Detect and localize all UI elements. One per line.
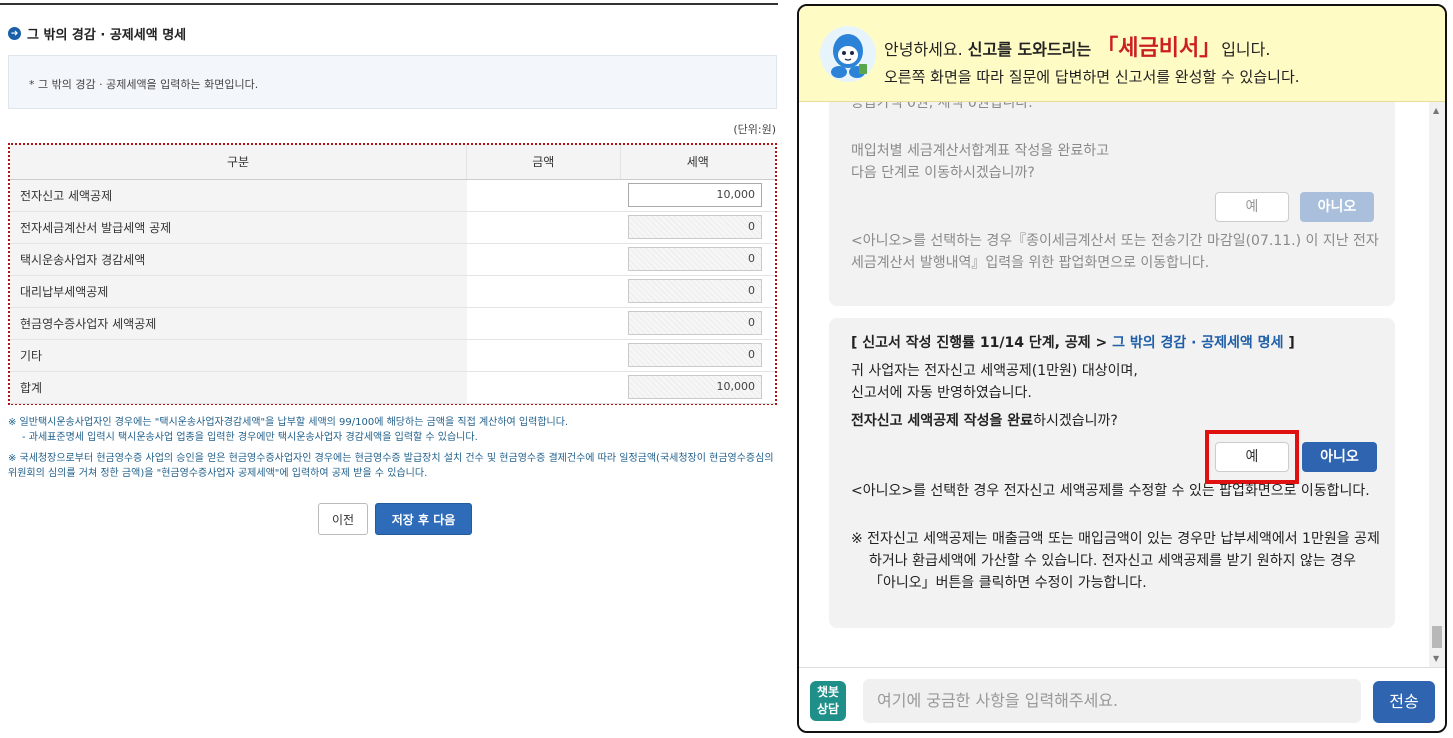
chatbot-panel: 안녕하세요. 신고를 도와드리는 「세금비서」입니다. 오른쪽 화면을 따라 질… (797, 4, 1447, 733)
col-category: 구분 (10, 145, 467, 180)
chat-footer: 챗봇 상담 여기에 궁금한 사항을 입력해주세요. 전송 (799, 667, 1445, 731)
note-cash-receipt: ※ 국세청장으로부터 현금영수증 사업의 승인을 얻은 현금영수증사업자인 경우… (8, 453, 774, 479)
row-label: 현금영수증사업자 세액공제 (10, 307, 467, 340)
chat-input[interactable]: 여기에 궁금한 사항을 입력해주세요. (863, 679, 1361, 723)
chat-scrollbar[interactable]: ▲ ▼ (1429, 102, 1445, 667)
scroll-thumb[interactable] (1432, 626, 1442, 648)
amount-cell (466, 275, 620, 308)
row-label: 대리납부세액공제 (10, 275, 467, 308)
progress-stage: [ 신고서 작성 진행률 11/14 단계, 공제 > 그 밖의 경감 · 공제… (851, 335, 1295, 351)
prev-msg-question: 매입처별 세금계산서합계표 작성을 완료하고 다음 단계로 이동하시겠습니까? (851, 143, 1110, 181)
table-header-row: 구분 금액 세액 (10, 145, 775, 180)
chat-messages: 공급가액 0원, 세액 0원입니다. 매입처별 세금계산서합계표 작성을 완료하… (799, 102, 1429, 667)
msg-info: 귀 사업자는 전자신고 세액공제(1만원) 대상이며, 신고서에 자동 반영하였… (851, 363, 1138, 401)
previous-message: 공급가액 0원, 세액 0원입니다. 매입처별 세금계산서합계표 작성을 완료하… (829, 102, 1395, 306)
row-label: 기타 (10, 339, 467, 372)
info-text: * 그 밖의 경감 · 공제세액을 입력하는 화면입니다. (29, 78, 259, 91)
amount-cell (466, 307, 620, 340)
e-filing-tax-input[interactable]: 10,000 (628, 183, 762, 207)
prev-msg-note: <아니오>를 선택하는 경우『종이세금계산서 또는 전송기간 마감일(07.11… (851, 233, 1379, 271)
no-button[interactable]: 아니오 (1302, 442, 1377, 472)
notes: ※ 일반택시운송사업자인 경우에는 "택시운송사업자경감세액"을 납부할 세액의… (8, 415, 778, 481)
other-tax-field: 0 (628, 343, 762, 367)
deduction-form: ➜ 그 밖의 경감 · 공제세액 명세 * 그 밖의 경감 · 공제세액을 입력… (0, 0, 790, 738)
deduction-table: 구분 금액 세액 전자신고 세액공제 10,000 전자세금계산서 발급세액 공… (8, 143, 777, 405)
unit-label: (단위:원) (733, 123, 776, 136)
table-row: 기타 0 (10, 339, 775, 372)
table-row: 현금영수증사업자 세액공제 0 (10, 307, 775, 340)
send-button[interactable]: 전송 (1373, 681, 1435, 723)
current-message: [ 신고서 작성 진행률 11/14 단계, 공제 > 그 밖의 경감 · 공제… (829, 318, 1395, 628)
row-label: 합계 (10, 371, 467, 404)
amount-cell (466, 371, 620, 404)
row-label: 택시운송사업자 경감세액 (10, 243, 467, 276)
msg-question: 전자신고 세액공제 작성을 완료하시겠습니까? (851, 413, 1118, 429)
total-tax-field: 10,000 (628, 375, 762, 399)
scroll-up-icon[interactable]: ▲ (1433, 106, 1439, 115)
prev-msg-summary: 공급가액 0원, 세액 0원입니다. (851, 102, 1033, 111)
note-taxi-sub: - 과세표준명세 입력시 택시운송사업 업종을 입력한 경우에만 택시운송사업자… (22, 432, 478, 443)
prev-button[interactable]: 이전 (318, 503, 368, 535)
table-row: 택시운송사업자 경감세액 0 (10, 243, 775, 276)
msg-note-extra: ※ 전자신고 세액공제는 매출금액 또는 매입금액이 있는 경우만 납부세액에서… (851, 531, 1380, 591)
row-label: 전자세금계산서 발급세액 공제 (10, 211, 467, 244)
amount-cell (466, 179, 620, 212)
col-amount: 금액 (466, 145, 620, 180)
greeting-line2: 오른쪽 화면을 따라 질문에 답변하면 신고서를 완성할 수 있습니다. (884, 68, 1300, 86)
arrow-bullet-icon: ➜ (8, 27, 21, 40)
brand-name: 「세금비서」 (1096, 36, 1222, 61)
table-row: 전자신고 세액공제 10,000 (10, 179, 775, 212)
amount-cell (466, 211, 620, 244)
prev-no-button[interactable]: 아니오 (1300, 192, 1374, 222)
cash-receipt-tax-field: 0 (628, 311, 762, 335)
table-row: 합계 10,000 (10, 371, 775, 404)
prev-yes-button[interactable]: 예 (1215, 192, 1289, 222)
note-taxi: ※ 일반택시운송사업자인 경우에는 "택시운송사업자경감세액"을 납부할 세액의… (8, 417, 569, 428)
mascot-icon (820, 26, 876, 82)
table-row: 대리납부세액공제 0 (10, 275, 775, 308)
section-title: ➜ 그 밖의 경감 · 공제세액 명세 (8, 24, 186, 43)
greeting-line1: 안녕하세요. 신고를 도와드리는 「세금비서」입니다. (884, 36, 1271, 61)
top-divider (0, 3, 778, 5)
chatbot-consult-badge[interactable]: 챗봇 상담 (810, 681, 846, 721)
yes-button[interactable]: 예 (1215, 442, 1289, 472)
e-invoice-tax-field: 0 (628, 215, 762, 239)
amount-cell (466, 339, 620, 372)
taxi-tax-field: 0 (628, 247, 762, 271)
scroll-down-icon[interactable]: ▼ (1433, 654, 1439, 663)
chat-header: 안녕하세요. 신고를 도와드리는 「세금비서」입니다. 오른쪽 화면을 따라 질… (799, 6, 1445, 102)
proxy-payment-tax-field: 0 (628, 279, 762, 303)
col-tax: 세액 (619, 145, 775, 180)
info-box: * 그 밖의 경감 · 공제세액을 입력하는 화면입니다. (8, 55, 777, 109)
amount-cell (466, 243, 620, 276)
msg-note: <아니오>를 선택한 경우 전자신고 세액공제를 수정할 수 있는 팝업화면으로… (851, 483, 1370, 499)
row-label: 전자신고 세액공제 (10, 179, 467, 212)
table-row: 전자세금계산서 발급세액 공제 0 (10, 211, 775, 244)
save-next-button[interactable]: 저장 후 다음 (375, 503, 472, 535)
